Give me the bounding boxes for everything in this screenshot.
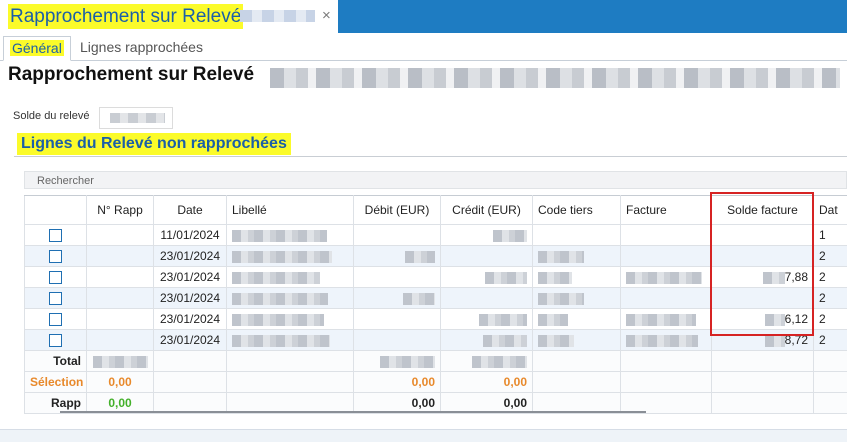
col-date[interactable]: Date — [154, 196, 227, 225]
document-tab[interactable]: Rapprochement sur Relevé × — [0, 0, 338, 33]
tab-strip: Général Lignes rapprochées — [0, 34, 847, 61]
table-row[interactable]: 23/01/2024 2 — [25, 288, 847, 309]
selection-rapp: 0,00 — [87, 372, 154, 393]
row-date: 23/01/2024 — [154, 309, 227, 330]
col-libelle[interactable]: Libellé — [227, 196, 354, 225]
col-credit[interactable]: Crédit (EUR) — [441, 196, 533, 225]
row-solde: 7,88 — [785, 270, 808, 284]
col-code-tiers[interactable]: Code tiers — [533, 196, 621, 225]
tab-lignes-rapprochees[interactable]: Lignes rapprochées — [74, 36, 209, 59]
redacted-debit — [405, 251, 435, 263]
col-solde-facture[interactable]: Solde facture — [712, 196, 814, 225]
redacted-credit — [479, 314, 527, 326]
row-solde — [712, 225, 814, 246]
row-date: 23/01/2024 — [154, 267, 227, 288]
solde-value-field[interactable] — [99, 107, 173, 129]
checkbox-icon[interactable] — [49, 292, 62, 305]
table-row[interactable]: 23/01/2024 7,88 2 — [25, 267, 847, 288]
checkbox-icon[interactable] — [49, 229, 62, 242]
redacted-facture — [626, 335, 698, 347]
table-row[interactable]: 11/01/2024 1 — [25, 225, 847, 246]
search-input[interactable] — [25, 172, 337, 187]
redacted-code-tiers — [538, 314, 568, 326]
col-select[interactable] — [25, 196, 87, 225]
checkbox-icon[interactable] — [49, 250, 62, 263]
redacted-facture — [626, 272, 702, 284]
row-solde — [712, 288, 814, 309]
redacted-credit — [483, 335, 527, 347]
table-row[interactable]: 23/01/2024 6,12 2 — [25, 309, 847, 330]
document-tab-title: Rapprochement sur Relevé — [8, 4, 243, 29]
row-tail: 2 — [814, 246, 847, 267]
horizontal-scrollbar[interactable] — [60, 411, 646, 413]
row-date: 11/01/2024 — [154, 225, 227, 246]
row-tail: 2 — [814, 288, 847, 309]
total-row: Total — [25, 351, 847, 372]
section-divider — [14, 156, 847, 157]
title-bar: Rapprochement sur Relevé × — [0, 0, 847, 33]
redacted-libelle — [232, 272, 320, 284]
row-solde — [712, 246, 814, 267]
page-title: Rapprochement sur Relevé — [8, 64, 254, 86]
checkbox-icon[interactable] — [49, 313, 62, 326]
redacted-solde-prefix — [763, 272, 785, 284]
col-facture[interactable]: Facture — [621, 196, 712, 225]
redacted-credit — [493, 230, 527, 242]
redacted-solde-value — [110, 113, 165, 123]
redacted-solde-prefix — [765, 335, 785, 347]
selection-debit: 0,00 — [354, 372, 441, 393]
bottom-panel — [0, 429, 847, 442]
selection-credit: 0,00 — [441, 372, 533, 393]
tab-general-label: Général — [10, 40, 64, 56]
row-tail: 1 — [814, 225, 847, 246]
col-debit[interactable]: Débit (EUR) — [354, 196, 441, 225]
table-row[interactable]: 23/01/2024 2 — [25, 246, 847, 267]
row-solde: 8,72 — [785, 333, 808, 347]
row-solde: 6,12 — [785, 312, 808, 326]
section-title: Lignes du Relevé non rapprochées — [17, 133, 291, 155]
redacted-debit — [403, 293, 435, 305]
redacted-code-tiers — [538, 272, 572, 284]
lines-grid: N° Rapp Date Libellé Débit (EUR) Crédit … — [24, 195, 847, 414]
close-icon[interactable]: × — [322, 7, 331, 24]
redacted-code-tiers — [538, 251, 584, 263]
redacted-libelle — [232, 251, 332, 263]
checkbox-icon[interactable] — [49, 271, 62, 284]
redacted-code-tiers — [538, 335, 574, 347]
row-tail: 2 — [814, 330, 847, 351]
redacted-libelle — [232, 314, 324, 326]
redacted-facture — [626, 314, 696, 326]
redacted-tab-suffix — [240, 10, 315, 22]
redacted-credit — [485, 272, 527, 284]
redacted-libelle — [232, 230, 327, 242]
row-date: 23/01/2024 — [154, 330, 227, 351]
redacted-libelle — [232, 335, 330, 347]
row-tail: 2 — [814, 267, 847, 288]
row-date: 23/01/2024 — [154, 246, 227, 267]
row-date: 23/01/2024 — [154, 288, 227, 309]
redacted-code-tiers — [538, 293, 584, 305]
selection-row: Sélection 0,00 0,00 0,00 — [25, 372, 847, 393]
redacted-libelle — [232, 293, 328, 305]
redacted-total-credit — [472, 356, 527, 368]
table-row[interactable]: 23/01/2024 8,72 2 — [25, 330, 847, 351]
grid-header-row: N° Rapp Date Libellé Débit (EUR) Crédit … — [25, 196, 847, 225]
redacted-title-suffix — [270, 68, 840, 88]
col-date-2[interactable]: Dat — [814, 196, 847, 225]
redacted-solde-prefix — [765, 314, 785, 326]
redacted-total-rapp — [93, 356, 148, 368]
row-tail: 2 — [814, 309, 847, 330]
total-label: Total — [25, 351, 87, 372]
selection-label: Sélection — [25, 372, 87, 393]
redacted-total-debit — [380, 356, 435, 368]
checkbox-icon[interactable] — [49, 334, 62, 347]
tab-general[interactable]: Général — [3, 36, 71, 61]
search-bar — [24, 171, 847, 189]
col-n-rapp[interactable]: N° Rapp — [87, 196, 154, 225]
solde-label: Solde du relevé — [13, 110, 89, 122]
